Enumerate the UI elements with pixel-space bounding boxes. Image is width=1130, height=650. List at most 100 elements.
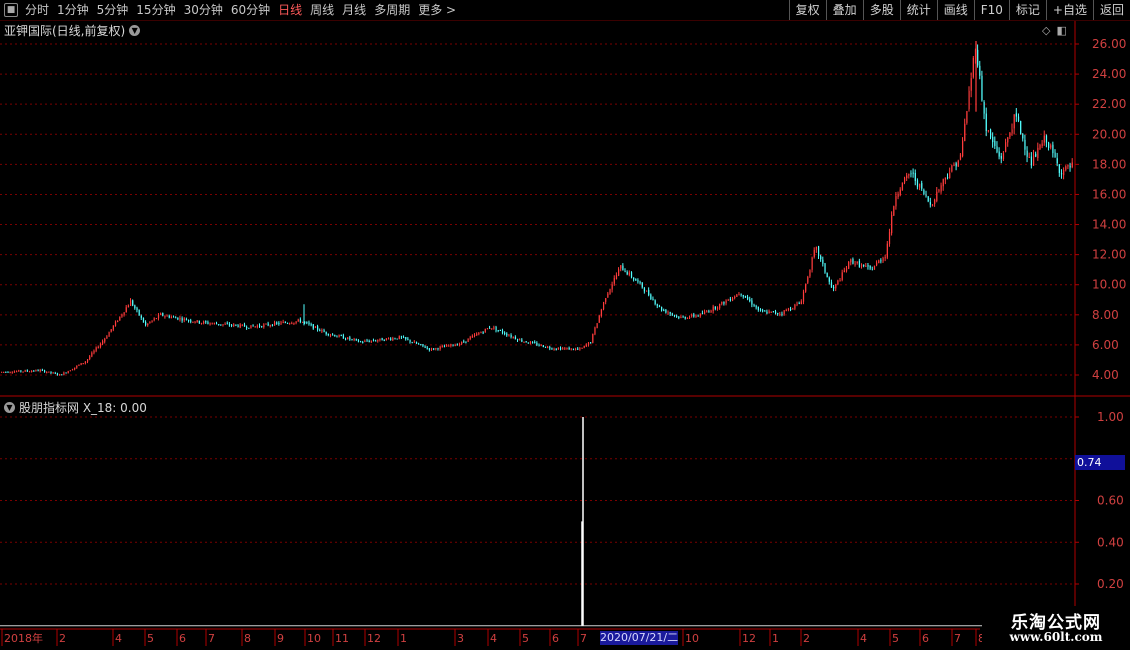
candle-body bbox=[906, 175, 908, 179]
candle-body bbox=[1052, 144, 1054, 154]
candle-body bbox=[536, 342, 538, 346]
stock-chart[interactable]: 26.0024.0022.0020.0018.0016.0014.0012.00… bbox=[0, 0, 1130, 650]
candle-body bbox=[385, 338, 388, 341]
candle-body bbox=[996, 146, 998, 152]
candle-body bbox=[811, 257, 813, 270]
candle-body bbox=[916, 180, 919, 187]
candle-body bbox=[1056, 158, 1058, 164]
candle-body bbox=[904, 177, 906, 183]
candle-body bbox=[226, 323, 228, 325]
candle-body bbox=[704, 311, 706, 314]
candle-body bbox=[390, 338, 392, 340]
candle-body bbox=[962, 140, 964, 157]
candle-body bbox=[1039, 144, 1041, 150]
candle-body bbox=[175, 317, 177, 319]
candle-body bbox=[572, 348, 575, 350]
candle-body bbox=[130, 300, 132, 306]
price-tick-label: 20.00 bbox=[1092, 127, 1126, 141]
candle-body bbox=[766, 311, 768, 314]
candle-body bbox=[878, 260, 880, 264]
candle-body bbox=[261, 326, 263, 328]
candle-body bbox=[942, 179, 944, 187]
date-label: 2 bbox=[59, 632, 66, 645]
price-tick-label: 22.00 bbox=[1092, 97, 1126, 111]
candle-body bbox=[364, 340, 366, 342]
candle-body bbox=[648, 289, 650, 296]
candle-body bbox=[177, 317, 179, 320]
price-tick-label: 16.00 bbox=[1092, 187, 1126, 201]
candle-body bbox=[895, 196, 897, 207]
candle-body bbox=[162, 313, 164, 316]
candle-body bbox=[465, 341, 467, 343]
candle-body bbox=[291, 323, 293, 325]
candle-body bbox=[1067, 165, 1069, 167]
candle-body bbox=[652, 298, 654, 300]
candle-body bbox=[456, 344, 458, 346]
candle-body bbox=[929, 202, 931, 205]
candle-body bbox=[837, 280, 839, 285]
candle-body bbox=[411, 342, 413, 344]
candle-body bbox=[458, 343, 461, 345]
candle-body bbox=[785, 310, 787, 312]
candle-body bbox=[192, 321, 194, 323]
candle-body bbox=[441, 346, 443, 348]
date-label: 10 bbox=[685, 632, 699, 645]
date-label: 1 bbox=[400, 632, 407, 645]
candle-body bbox=[919, 183, 921, 188]
candle-body bbox=[759, 309, 762, 311]
candle-body bbox=[783, 310, 785, 315]
candle-body bbox=[37, 370, 39, 372]
candle-body bbox=[560, 347, 562, 350]
candle-body bbox=[893, 206, 895, 216]
candle-body bbox=[267, 323, 269, 326]
diamond-icon[interactable]: ◇ bbox=[1042, 24, 1050, 37]
candle-body bbox=[89, 356, 91, 360]
candle-body bbox=[671, 313, 673, 315]
candle-body bbox=[611, 284, 613, 290]
candle-body bbox=[383, 340, 385, 342]
candle-body bbox=[233, 324, 235, 326]
candle-body bbox=[407, 338, 409, 340]
candle-body bbox=[372, 340, 375, 342]
date-label: 12 bbox=[367, 632, 381, 645]
candle-body bbox=[403, 337, 405, 339]
candle-body bbox=[271, 324, 274, 326]
candle-body bbox=[108, 332, 110, 337]
candle-body bbox=[74, 367, 76, 370]
candle-body bbox=[734, 296, 736, 299]
candle-body bbox=[495, 326, 497, 331]
candle-body bbox=[977, 49, 979, 66]
candle-body bbox=[1024, 139, 1026, 150]
candle-body bbox=[751, 300, 753, 305]
candle-body bbox=[682, 316, 684, 318]
price-tick-label: 8.00 bbox=[1092, 308, 1119, 322]
chevron-down-icon[interactable]: ▼ bbox=[4, 402, 15, 413]
panel-toggle-icon[interactable]: ◧ bbox=[1056, 24, 1066, 37]
candle-body bbox=[345, 338, 347, 340]
candle-body bbox=[1035, 153, 1037, 157]
candle-body bbox=[596, 323, 598, 329]
candle-body bbox=[747, 297, 749, 300]
candle-body bbox=[527, 342, 529, 344]
candle-body bbox=[570, 348, 572, 350]
candle-body bbox=[508, 335, 510, 337]
candle-body bbox=[71, 369, 74, 371]
candle-body bbox=[585, 344, 587, 347]
candle-body bbox=[843, 270, 845, 273]
candle-body bbox=[471, 335, 474, 338]
candle-body bbox=[239, 324, 241, 328]
candle-body bbox=[274, 322, 276, 326]
chevron-down-icon[interactable]: ▼ bbox=[129, 25, 141, 36]
candle-body bbox=[506, 333, 508, 336]
date-label: 7 bbox=[954, 632, 961, 645]
candle-body bbox=[985, 113, 987, 131]
candle-body bbox=[200, 322, 203, 324]
crosshair-date: 2020/07/21/二 bbox=[600, 631, 678, 645]
candle-body bbox=[127, 305, 130, 308]
date-label: 8 bbox=[244, 632, 251, 645]
candle-body bbox=[392, 338, 394, 341]
candle-body bbox=[7, 371, 9, 373]
candle-body bbox=[308, 322, 310, 325]
candle-body bbox=[24, 370, 26, 372]
candle-body bbox=[562, 348, 564, 350]
